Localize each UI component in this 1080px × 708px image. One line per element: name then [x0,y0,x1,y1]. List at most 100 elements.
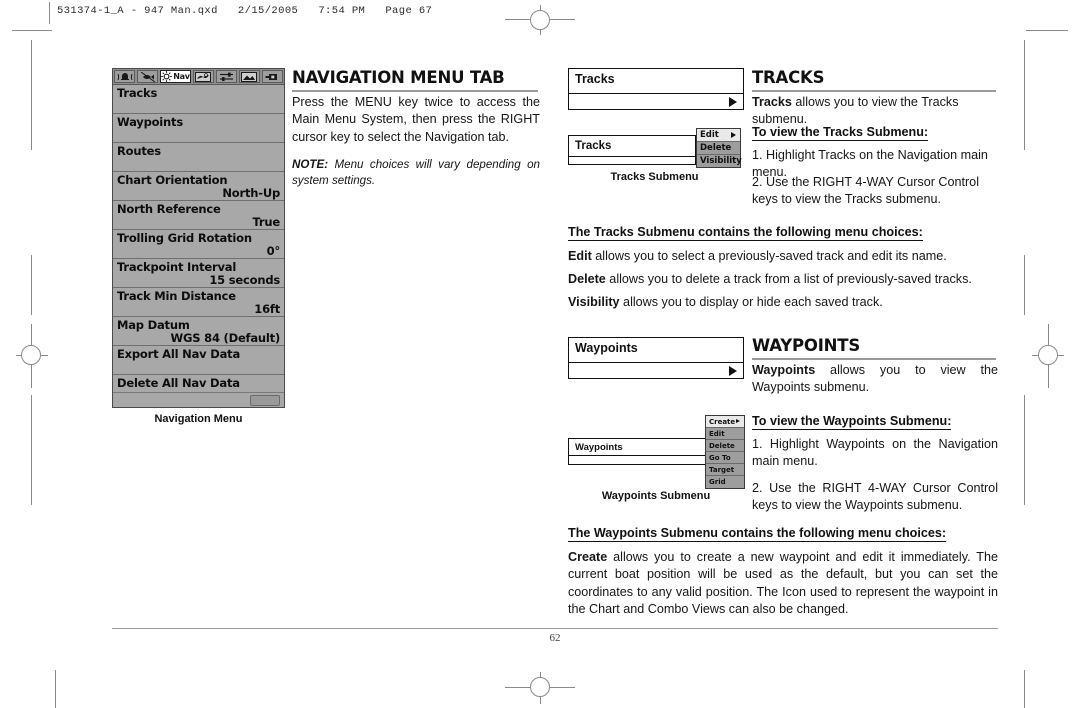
waypoints-choices-heading: The Waypoints Submenu contains the follo… [568,526,947,542]
waypoints-submenu-item-edit[interactable]: Edit [706,428,744,440]
menu-item-map-datum[interactable]: Map Datum WGS 84 (Default) [113,317,284,346]
menu-item-waypoints[interactable]: Waypoints [113,114,284,143]
waypoints-submenu-item-delete[interactable]: Delete [706,440,744,452]
nav-compass-icon [161,71,173,82]
footer-rule [112,628,998,629]
menu-item-value: 16ft [254,302,280,316]
waypoints-submenu-item-target[interactable]: Target [706,464,744,476]
waypoints-submenu-item-goto[interactable]: Go To [706,452,744,464]
title-underline [292,90,538,92]
accessories-plug-icon [265,73,277,80]
submenu-item-label: Grid [709,477,726,486]
setup-tab[interactable] [215,70,237,83]
menu-box-divider [569,455,707,456]
menu-item-export-all-nav-data[interactable]: Export All Nav Data [113,346,284,375]
right-arrow-icon [729,97,737,107]
menu-item-label: Waypoints [117,115,183,129]
tracks-menu-box[interactable]: Tracks [568,68,744,110]
chart-tab[interactable] [192,70,214,83]
submenu-item-label: Create [709,417,736,426]
tracks-step-2: 2. Use the RIGHT 4-WAY Cursor Control ke… [752,175,979,207]
navigation-menu-screenshot: Nav Tracks Waypoints Routes Chart Orient… [112,68,285,408]
waypoints-submenu-box-label: Waypoints [575,442,623,453]
navigation-tab[interactable]: Nav [160,70,191,83]
slug-divider [49,2,50,24]
waypoints-submenu-item-grid[interactable]: Grid [706,476,744,487]
tracks-choice-edit: Edit allows you to select a previously-s… [568,248,998,265]
alarms-tab[interactable] [114,70,136,83]
setup-sliders-icon [219,72,233,81]
menu-item-tracks[interactable]: Tracks [113,85,284,114]
right-arrow-icon [736,418,740,423]
tracks-choices-heading: The Tracks Submenu contains the followin… [568,225,923,241]
menu-item-chart-orientation[interactable]: Chart Orientation North-Up [113,172,284,201]
scroll-indicator [250,395,280,406]
waypoints-intro: Waypoints allows you to view the Waypoin… [752,362,998,397]
choice-term: Edit [568,249,592,263]
menu-item-north-reference[interactable]: North Reference True [113,201,284,230]
tracks-submenu-box[interactable]: Tracks [568,135,696,165]
tracks-submenu-caption: Tracks Submenu [610,171,699,183]
trim-line-left-vertical [31,40,32,150]
views-tab[interactable] [238,70,260,83]
page-canvas: 531374-1_A - 947 Man.qxd 2/15/2005 7:54 … [0,0,1080,708]
waypoints-submenu-caption: Waypoints Submenu [601,490,711,502]
trim-line-right-vertical [1024,40,1025,150]
tracks-submenu-flyout[interactable]: Edit Delete Visibility [696,128,742,168]
tracks-intro-term: Tracks [752,95,792,109]
menu-item-value: True [252,215,281,229]
tracks-intro: Tracks allows you to view the Tracks sub… [752,94,998,129]
menu-item-value: 15 seconds [209,273,280,287]
menu-item-label: Trackpoint Interval [117,260,237,274]
waypoints-menu-box-label: Waypoints [575,341,638,355]
submenu-item-label: Delete [700,143,732,153]
submenu-item-label: Edit [709,429,725,438]
menu-item-trackpoint-interval[interactable]: Trackpoint Interval 15 seconds [113,259,284,288]
registration-mark-bottom [505,672,575,704]
note-label: NOTE: [292,158,329,171]
file-slug-text: 531374-1_A - 947 Man.qxd 2/15/2005 7:54 … [57,5,433,17]
navigation-menu-item-list: Tracks Waypoints Routes Chart Orientatio… [113,85,284,404]
page-title: NAVIGATION MENU TAB [292,68,505,87]
menu-item-label: Tracks [117,86,158,100]
menu-box-divider [569,156,695,157]
menu-item-routes[interactable]: Routes [113,143,284,172]
submenu-item-label: Delete [709,441,735,450]
waypoints-menu-box[interactable]: Waypoints [568,337,744,379]
menu-box-divider [569,362,743,363]
waypoints-heading-underline [752,358,996,360]
waypoints-submenu-item-create[interactable]: Create [706,416,744,428]
note-paragraph: NOTE: Menu choices will vary depending o… [292,157,540,188]
sonar-tab[interactable] [137,70,159,83]
tracks-submenu-item-visibility[interactable]: Visibility [697,155,742,167]
waypoints-submenu-flyout[interactable]: Create Edit Delete Go To Target Grid [705,415,745,489]
accessories-tab[interactable] [261,70,283,83]
chart-map-icon [195,71,212,82]
submenu-item-label: Edit [700,130,719,140]
submenu-item-label: Target [709,465,735,474]
trim-line-bottom-right [1024,670,1025,708]
alarm-bell-icon [117,72,133,80]
menu-item-value: 0° [266,244,281,258]
menu-footer-bar [113,392,284,407]
tracks-submenu-item-edit[interactable]: Edit [697,129,740,142]
menu-item-label: Map Datum [117,318,190,332]
tracks-howto-heading: To view the Tracks Submenu: [752,125,929,141]
submenu-item-label: Visibility [700,156,742,166]
menu-item-label: Routes [117,144,161,158]
right-arrow-icon [731,132,736,138]
registration-mark-right [1032,324,1064,388]
tracks-submenu-box-label: Tracks [575,140,612,152]
menu-item-label: Trolling Grid Rotation [117,231,252,245]
menu-item-trolling-grid-rotation[interactable]: Trolling Grid Rotation 0° [113,230,284,259]
menu-item-track-min-distance[interactable]: Track Min Distance 16ft [113,288,284,317]
views-landscape-icon [241,71,258,82]
tracks-choice-visibility: Visibility allows you to display or hide… [568,294,998,311]
waypoints-heading: WAYPOINTS [752,336,861,355]
choice-desc: allows you to display or hide each saved… [619,295,883,309]
registration-mark-top [505,5,575,35]
tracks-submenu-item-delete[interactable]: Delete [697,142,740,155]
waypoints-submenu-box[interactable]: Waypoints [568,438,708,465]
waypoints-choice-create: Create allows you to create a new waypoi… [568,549,998,619]
menu-item-label: Export All Nav Data [117,347,241,361]
